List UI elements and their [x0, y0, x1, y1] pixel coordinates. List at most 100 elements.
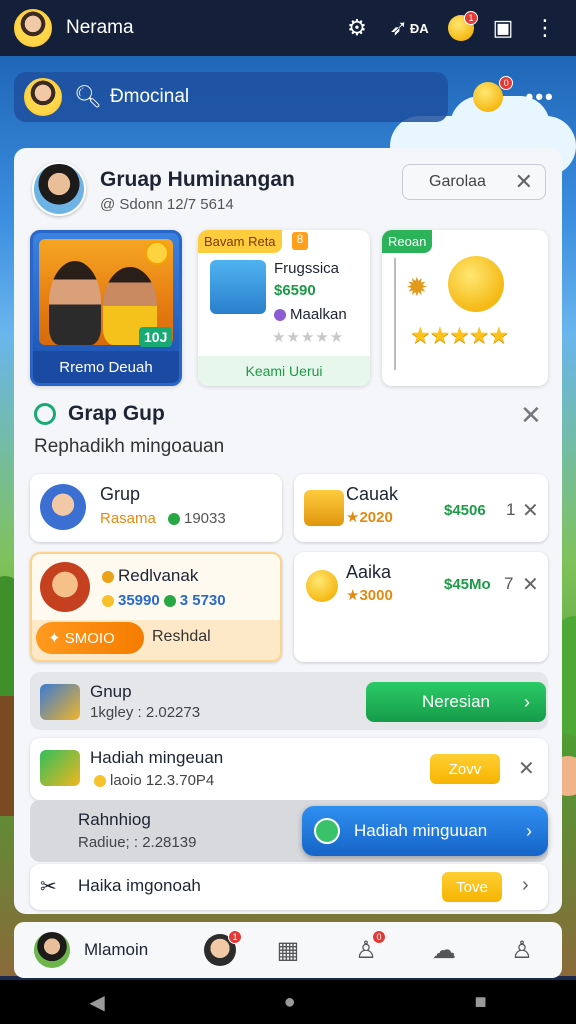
card-action-button[interactable]: ✦ SMOIO — [36, 622, 144, 654]
card-avatar — [40, 562, 90, 612]
reward-tag: Reoan — [382, 230, 433, 253]
group-avatar[interactable] — [32, 162, 86, 216]
row-title: Rahnhiog — [78, 810, 151, 829]
chevron-right-icon: › — [524, 691, 530, 712]
card-cauak[interactable]: Cauak ★2020 $4506 1 ✕ — [294, 474, 548, 542]
feature-card-reward[interactable]: Reoan ✹ ★★★★★ — [382, 230, 548, 386]
group-header: Gruap Huminangan @ Sdonn 12/7 5614 Garol… — [32, 162, 546, 222]
photo-count-badge: 10J — [139, 327, 173, 347]
group-action-button[interactable]: Garolaa ✕ — [402, 164, 546, 200]
card-sub-label: Rasama — [100, 510, 156, 527]
user-name: Mlamoin — [84, 940, 149, 959]
card-title: Redlvanak — [118, 566, 199, 585]
settings-gear-icon[interactable]: ⚙ — [340, 11, 374, 45]
close-icon[interactable]: ✕ — [515, 169, 533, 195]
card-title-row: Redlvanak — [98, 566, 198, 586]
user-icon[interactable]: ♙ — [502, 930, 542, 970]
signal-icon[interactable]: ➶ ĐA — [382, 11, 436, 45]
section-close-icon[interactable]: ✕ — [520, 400, 542, 431]
row-hadiah[interactable]: Hadiah mingeuan laoio 12.3.70P4 Zovv ✕ — [30, 738, 548, 800]
gear-icon: ✹ — [406, 272, 428, 302]
remove-icon[interactable]: ✕ — [522, 498, 539, 523]
chest-icon — [304, 490, 344, 526]
calculator-icon[interactable]: ▦ — [268, 930, 308, 970]
group-title: Gruap Huminangan — [100, 168, 295, 191]
emoji-notification-icon[interactable]: 1 — [444, 11, 478, 45]
search-icon: 🔍︎ — [74, 84, 102, 109]
card-avatar — [40, 484, 86, 530]
card-grup[interactable]: Grup Rasama 19033 — [30, 474, 282, 542]
nav-badge: 1 — [228, 930, 242, 944]
card-title: Aaika — [346, 562, 392, 582]
smiley-icon — [448, 256, 504, 312]
feature-card-label: Rremo Deuah — [33, 351, 179, 383]
card-value: ★2020 — [346, 509, 393, 526]
product-footer-button[interactable]: Keami Uerui — [198, 356, 370, 386]
row-title: Haika imgonoah — [78, 876, 201, 895]
row-subtitle: 1kgley : 2.02273 — [90, 704, 201, 721]
product-price: $6590 — [274, 282, 316, 299]
search-avatar[interactable] — [24, 78, 62, 116]
top-app-bar: Nerama ⚙ ➶ ĐA 1 ▣ ⋮ — [0, 0, 576, 56]
card-action-text: Reshdal — [152, 628, 211, 645]
tree-trunk — [0, 696, 14, 816]
app-title: Nerama — [66, 17, 134, 38]
character-avatar-icon[interactable]: 1 — [200, 930, 242, 970]
home-icon[interactable]: ● — [284, 991, 296, 1014]
more-vertical-icon[interactable]: ⋮ — [528, 11, 562, 45]
system-navigation-bar: ◀ ● ■ — [0, 980, 576, 1024]
section-title-text: Grap Gup — [68, 402, 165, 425]
section-subtitle: Rephadikh mingoauan — [34, 436, 225, 457]
neresian-button[interactable]: Neresian › — [366, 682, 546, 722]
row-gnup[interactable]: Gnup 1kgley : 2.02273 Neresian › — [30, 672, 548, 730]
chevron-right-icon[interactable]: › — [522, 874, 529, 897]
profile-icon[interactable]: ♙ 0 — [346, 930, 386, 970]
more-horizontal-icon[interactable]: ••• — [526, 84, 555, 110]
leaf-icon — [168, 513, 180, 526]
calendar-icon[interactable]: ▣ — [486, 11, 520, 45]
hadiah-minguuan-button[interactable]: Hadiah minguuan › — [302, 806, 548, 856]
user-avatar[interactable] — [34, 932, 70, 968]
bottom-navigation: Mlamoin 1 ▦ ♙ 0 ☁ ♙ — [14, 922, 562, 978]
button-label: Hadiah minguuan — [354, 821, 488, 840]
gift-icon — [40, 750, 80, 786]
sparkle-icon: ✦ — [48, 630, 65, 647]
coin-icon — [102, 595, 114, 608]
zovv-button[interactable]: Zovv — [430, 754, 500, 784]
tove-button[interactable]: Tove — [442, 872, 502, 902]
group-panel: Gruap Huminangan @ Sdonn 12/7 5614 Garol… — [14, 148, 562, 914]
profile-avatar[interactable] — [14, 9, 52, 47]
emoji-reaction-icon[interactable]: 0 — [473, 76, 514, 112]
recents-icon[interactable]: ■ — [474, 991, 486, 1014]
card-value: ★3000 — [346, 587, 393, 604]
remove-icon[interactable]: ✕ — [522, 572, 539, 597]
search-bar[interactable]: 🔍︎ — [14, 72, 448, 122]
back-icon[interactable]: ◀ — [89, 990, 104, 1015]
row-haika[interactable]: ✂ Haika imgonoah Tove › — [30, 864, 548, 910]
row-subtitle-row: laoio 12.3.70P4 — [90, 772, 214, 789]
card-price: $4506 — [444, 502, 486, 519]
product-title: Frugssica — [274, 260, 340, 277]
search-input[interactable] — [109, 86, 410, 108]
card-redlvanak[interactable]: Redlvanak 35990 3 5730 ✦ SMOIO Reshdal — [30, 552, 282, 662]
product-tag: Bavam Reta — [198, 230, 282, 253]
card-sub-value-row: 19033 — [164, 510, 226, 527]
nav-badge: 0 — [372, 930, 386, 944]
chevron-right-icon: › — [526, 820, 532, 841]
card-aaika[interactable]: Aaika ★3000 $45Mo 7 ✕ — [294, 552, 548, 662]
friends-icon[interactable]: ☁ — [424, 930, 464, 970]
product-thumbnail — [210, 260, 266, 314]
feature-card-product[interactable]: Bavam Reta 8 Frugssica $6590 Maalkan ★★★… — [198, 230, 370, 386]
row-title: Hadiah mingeuan — [90, 748, 224, 767]
leaf-icon — [163, 595, 176, 608]
product-item-label: Maalkan — [290, 306, 347, 323]
feature-card-photo[interactable]: 10J Rremo Deuah — [30, 230, 182, 386]
box-icon — [40, 684, 80, 720]
row-subtitle: Radiue; : 2.28139 — [78, 834, 197, 851]
close-icon[interactable]: ✕ — [518, 756, 535, 781]
card-stat-1: 35990 — [118, 592, 160, 609]
card-price: $45Mo — [444, 576, 491, 593]
badge-icon — [102, 570, 114, 583]
product-tag-number: 8 — [292, 232, 308, 250]
card-action-label: SMOIO — [64, 629, 115, 647]
